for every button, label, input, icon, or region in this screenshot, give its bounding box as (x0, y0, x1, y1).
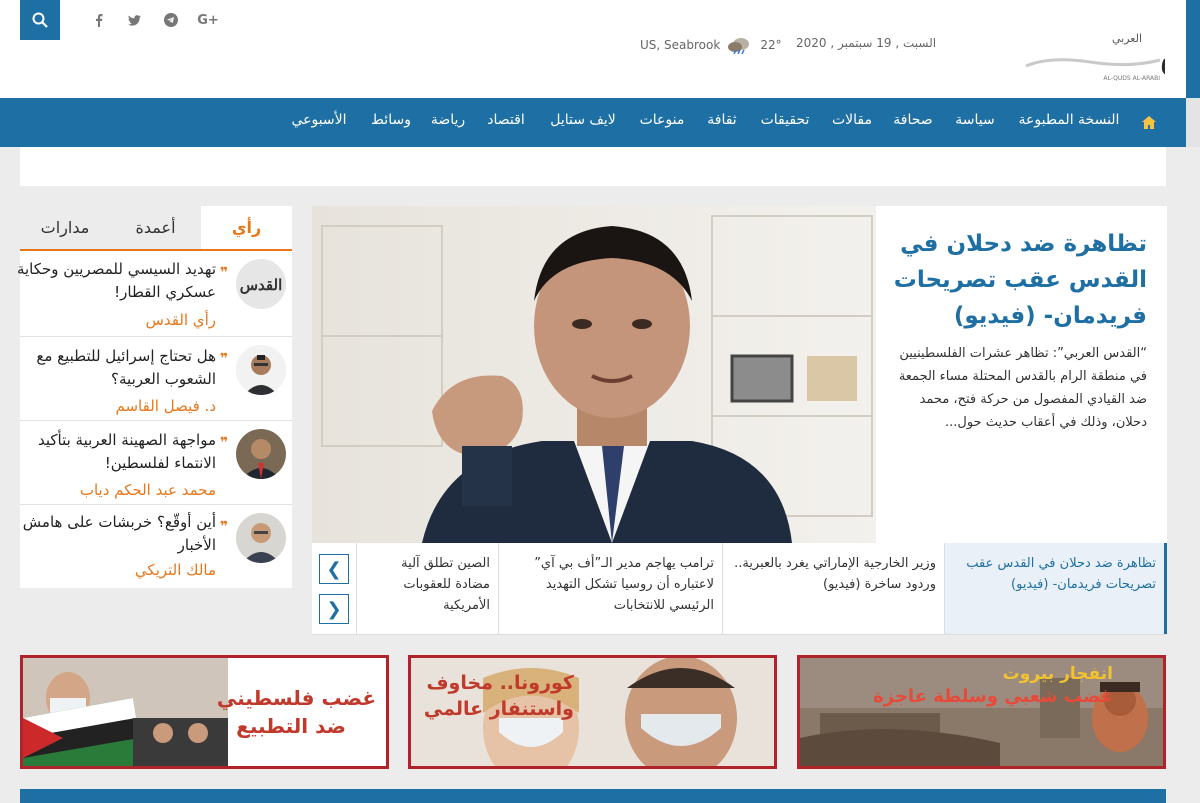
opinion-author[interactable]: مالك التريكي (135, 561, 216, 579)
chevron-right-icon: ❯ (326, 598, 342, 620)
svg-text:AL-QUDS AL-ARABI: AL-QUDS AL-ARABI (1103, 75, 1160, 82)
weather-temperature: 22° (760, 38, 782, 52)
banner-corona[interactable]: كورونا.. مخاوف واستنفار عالمي (408, 655, 777, 769)
banner-headline: كورونا.. مخاوف (426, 672, 574, 694)
nav-item-economy[interactable]: اقتصاد (484, 98, 528, 147)
opinion-title[interactable]: مواجهة الصهينة العربية بتأكيد الانتماء ل… (16, 429, 216, 475)
avatar (236, 513, 286, 563)
opinion-widget: رأي أعمدة مدارات القدس ❞ تهديد السيسي لل… (17, 206, 292, 589)
quote-icon: ❞ (220, 265, 229, 281)
nav-item-culture[interactable]: ثقافة (704, 98, 740, 147)
svg-text:القدس: القدس (240, 276, 283, 294)
nav-item-weekly[interactable]: الأسبوعي (286, 98, 352, 147)
ticker-next-button[interactable]: ❯ (319, 594, 349, 624)
cloud-icon (728, 38, 750, 54)
opinion-author[interactable]: د. فيصل القاسم (116, 397, 217, 415)
ticker-item[interactable]: وزير الخارجية الإماراتي يغرد بالعبرية.. … (722, 543, 944, 634)
avatar (236, 345, 286, 395)
svg-text:العربي: العربي (1112, 32, 1142, 45)
quote-icon: ❞ (220, 351, 229, 367)
nav-item-print-edition[interactable]: النسخة المطبوعة (1016, 98, 1122, 147)
banner-beirut[interactable]: انفجار بيروت غضب شعبي وسلطة عاجزة (797, 655, 1166, 769)
search-icon (32, 12, 48, 28)
ticker-prev-button[interactable]: ❮ (319, 554, 349, 584)
opinion-item[interactable]: القدس ❞ تهديد السيسي للمصريين وحكاية عسك… (17, 253, 292, 337)
featured-title[interactable]: تظاهرة ضد دحلان في القدس عقب تصريحات فري… (885, 226, 1147, 334)
quote-icon: ❞ (220, 519, 229, 535)
tab-columns[interactable]: أعمدة (110, 206, 201, 249)
current-date: السبت , 19 سبتمبر , 2020 (796, 36, 937, 50)
facebook-icon[interactable] (89, 10, 109, 30)
opinion-title[interactable]: أين أوقّع؟ خربشات على هامش الأخبار (16, 511, 216, 557)
nav-item-politics[interactable]: سياسة (952, 98, 998, 147)
news-ticker: تظاهرة ضد دحلان في القدس عقب تصريحات فري… (312, 543, 1167, 635)
twitter-icon[interactable] (124, 10, 144, 30)
avatar: القدس (236, 259, 286, 309)
opinion-tabs: رأي أعمدة مدارات (20, 206, 292, 251)
chevron-left-icon: ❮ (326, 558, 342, 580)
avatar (236, 429, 286, 479)
opinion-title[interactable]: تهديد السيسي للمصريين وحكاية عسكري القطا… (16, 258, 216, 304)
weather-location: US, Seabrook (640, 38, 721, 52)
weather-widget: US, Seabrook 22° (640, 36, 782, 54)
print-edition-section-header (20, 789, 1166, 803)
nav-item-press[interactable]: صحافة (892, 98, 934, 147)
banner-subheadline: غضب شعبي وسلطة عاجزة (873, 686, 1113, 707)
opinion-item[interactable]: ❞ أين أوقّع؟ خربشات على هامش الأخبار مال… (20, 505, 292, 589)
nav-item-investigations[interactable]: تحقيقات (758, 98, 812, 147)
featured-story: تظاهرة ضد دحلان في القدس عقب تصريحات فري… (312, 206, 1167, 543)
nav-item-articles[interactable]: مقالات (830, 98, 874, 147)
opinion-item[interactable]: ❞ هل تحتاج إسرائيل للتطبيع مع الشعوب الع… (20, 337, 292, 421)
banner-palestine[interactable]: غضب فلسطيني ضد التطبيع (20, 655, 389, 769)
main-navigation: النسخة المطبوعة سياسة صحافة مقالات تحقيق… (0, 98, 1186, 147)
ticker-item[interactable]: تظاهرة ضد دحلان في القدس عقب تصريحات فري… (944, 543, 1167, 634)
nav-item-lifestyle[interactable]: لايف ستايل (546, 98, 620, 147)
site-logo[interactable]: القدس العربي AL-QUDS AL-ARABI (1020, 26, 1200, 84)
opinion-author[interactable]: محمد عبد الحكم دياب (80, 481, 216, 499)
telegram-icon[interactable] (161, 10, 181, 30)
nav-item-sports[interactable]: رياضة (430, 98, 466, 147)
google-plus-icon[interactable]: G+ (197, 10, 219, 30)
home-icon[interactable] (1137, 98, 1161, 147)
tab-orbits[interactable]: مدارات (20, 206, 110, 249)
featured-excerpt: “القدس العربي”: تظاهر عشرات الفلسطينيين … (898, 346, 1147, 430)
ticker-item[interactable]: الصين تطلق آلية مضادة للعقوبات الأمريكية (356, 543, 498, 634)
tab-opinion[interactable]: رأي (201, 206, 292, 249)
banner-headline: انفجار بيروت (1002, 664, 1113, 684)
ad-placeholder (20, 147, 1166, 186)
opinion-author[interactable]: رأي القدس (146, 311, 216, 329)
nav-item-misc[interactable]: منوعات (638, 98, 686, 147)
banner-headline: غضب فلسطيني (216, 686, 376, 710)
opinion-item[interactable]: ❞ مواجهة الصهينة العربية بتأكيد الانتماء… (20, 421, 292, 505)
site-header: G+ US, Seabrook 22° السبت , 19 سبتمبر , … (0, 0, 1200, 98)
nav-edge (1186, 98, 1200, 147)
search-button[interactable] (20, 0, 60, 40)
ticker-item[interactable]: ترامب يهاجم مدير الـ”أف بي آي” لاعتباره … (498, 543, 722, 634)
header-edge-strip (1186, 0, 1200, 98)
svg-text:القدس: القدس (1160, 30, 1165, 76)
opinion-title[interactable]: هل تحتاج إسرائيل للتطبيع مع الشعوب العرب… (16, 345, 216, 391)
banner-subheadline: ضد التطبيع (236, 714, 346, 738)
featured-photo[interactable] (312, 206, 876, 543)
banner-subheadline: واستنفار عالمي (423, 698, 574, 720)
quote-icon: ❞ (220, 435, 229, 451)
nav-item-media[interactable]: وسائط (370, 98, 412, 147)
